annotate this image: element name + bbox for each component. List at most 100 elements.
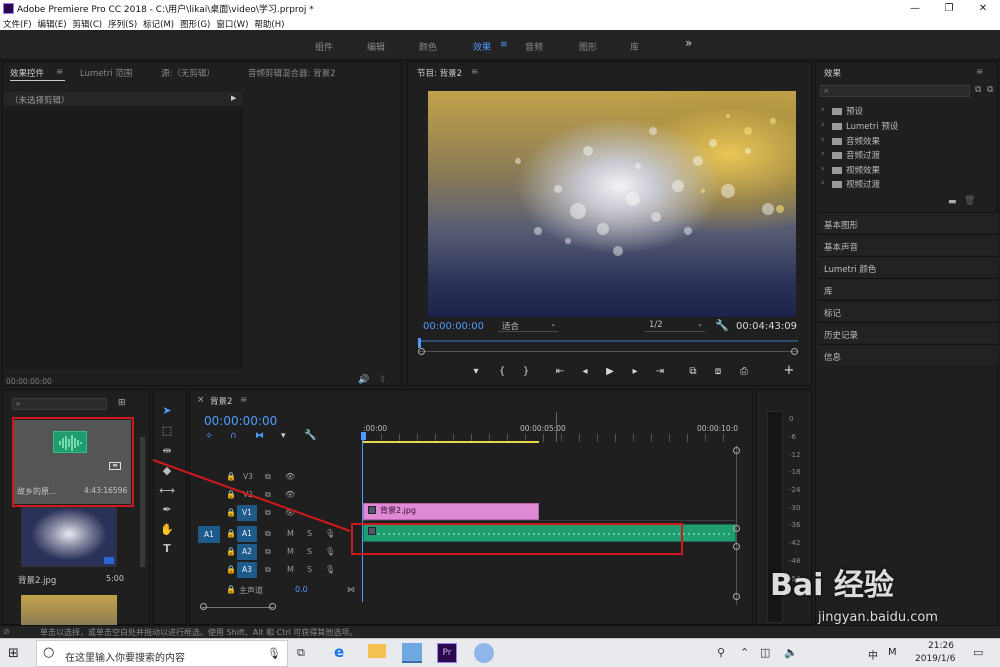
play-button[interactable]: ▶ [603, 366, 617, 377]
project-scrollbar[interactable] [140, 437, 145, 567]
section-history[interactable]: 历史记录 [818, 322, 998, 343]
export-frame-camera-icon[interactable]: ⎙ [737, 366, 751, 377]
go-to-out-button[interactable]: ⇥ [653, 366, 667, 377]
mark-in-button[interactable]: { [495, 366, 509, 377]
menu-marker[interactable]: 标记(M) [143, 18, 174, 30]
track-target-a2[interactable]: A2 [237, 544, 257, 560]
solo-button[interactable]: S [307, 547, 312, 556]
input-language[interactable]: 中 [868, 647, 878, 662]
add-marker-icon[interactable]: ▾ [281, 431, 286, 441]
menu-graphics[interactable]: 图形(G) [180, 18, 210, 30]
app-icon[interactable] [402, 643, 422, 663]
ime-mode[interactable]: M [888, 647, 897, 658]
workspace-menu-icon[interactable]: ≡ [500, 40, 508, 50]
go-to-end-icon[interactable]: ⋈ [347, 585, 355, 594]
solo-button[interactable]: S [307, 565, 312, 574]
microphone-icon[interactable]: 🎙 [267, 647, 281, 660]
timeline-close-button[interactable]: × [197, 395, 205, 405]
menu-edit[interactable]: 编辑(E) [38, 18, 67, 30]
section-libraries[interactable]: 库 [818, 278, 998, 299]
workspace-audio[interactable]: 音频 [525, 40, 543, 53]
snap-magnet-icon[interactable]: ∩ [230, 431, 237, 441]
lock-icon[interactable]: 🔒 [226, 585, 236, 594]
workspace-color[interactable]: 颜色 [419, 40, 437, 53]
video-clip[interactable]: 背景2.jpg [363, 503, 539, 520]
microphone-icon[interactable]: 🎙 [325, 547, 335, 556]
effects-item-audio-transitions[interactable]: › 音频过渡 [818, 149, 988, 162]
workspace-assembly[interactable]: 组件 [315, 40, 333, 53]
resolution-select[interactable]: 1/2 ⌄ [645, 320, 705, 332]
taskbar-time[interactable]: 21:26 [928, 641, 954, 651]
menu-clip[interactable]: 剪辑(C) [73, 18, 103, 30]
lock-icon[interactable]: 🔒 [226, 547, 236, 556]
32bit-effects-icon[interactable]: ⧉ [987, 85, 993, 95]
find-icon[interactable]: ⊞ [118, 398, 126, 408]
workspace-libraries[interactable]: 库 [630, 40, 639, 53]
menu-window[interactable]: 窗口(W) [216, 18, 248, 30]
play-audio-icon[interactable]: 🔊 [358, 375, 369, 385]
microphone-icon[interactable]: 🎙 [325, 565, 335, 574]
tab-effect-controls[interactable]: 效果控件 [10, 67, 44, 79]
network-icon[interactable]: ◫ [760, 646, 770, 659]
task-view-icon[interactable]: ⧉ [297, 646, 305, 660]
premiere-taskbar-icon[interactable]: Pr [437, 643, 457, 663]
mute-button[interactable]: M [287, 565, 294, 574]
notification-icon[interactable]: ▭ [973, 646, 983, 659]
project-item-thumbnail-partial[interactable] [21, 595, 117, 625]
go-to-in-button[interactable]: ⇤ [553, 366, 567, 377]
new-bin-folder-icon[interactable]: ▬ [948, 197, 957, 207]
effects-item-video-effects[interactable]: › 视频效果 [818, 164, 988, 177]
wrench-icon[interactable]: 🔧 [715, 319, 729, 332]
program-monitor-title[interactable]: 节目: 背景2 [417, 67, 462, 79]
lock-icon[interactable]: 🔒 [226, 565, 236, 574]
effects-item-video-transitions[interactable]: › 视频过渡 [818, 178, 988, 191]
workspace-editing[interactable]: 编辑 [367, 40, 385, 53]
timeline-timecode[interactable]: 00:00:00:00 [204, 414, 277, 428]
track-select-tool-icon[interactable]: ⬚ [159, 424, 175, 440]
file-explorer-icon[interactable] [368, 644, 386, 658]
tab-effect-controls-menu[interactable]: ≡ [56, 67, 63, 77]
program-playhead[interactable] [418, 338, 421, 348]
timeline-sequence-tab[interactable]: 背景2 [210, 395, 232, 407]
minimize-button[interactable]: — [898, 0, 932, 17]
restore-button[interactable]: ❐ [932, 0, 966, 17]
nest-icon[interactable]: ⟡ [206, 431, 212, 441]
paint-app-icon[interactable] [474, 643, 494, 663]
taskbar-search-box[interactable]: ○ 在这里输入你要搜索的内容 🎙 [36, 640, 288, 667]
sync-lock-icon[interactable]: ⧉ [265, 565, 271, 575]
timeline-menu-icon[interactable]: ≡ [240, 395, 247, 405]
windows-start-icon[interactable]: ⊞ [8, 646, 19, 661]
tab-audio-clip-mixer[interactable]: 音频剪辑混合器: 背景2 [248, 67, 335, 79]
workspace-overflow-button[interactable]: » [685, 36, 692, 50]
section-essential-graphics[interactable]: 基本图形 [818, 212, 998, 233]
timeline-horizontal-scrollbar[interactable] [200, 603, 276, 610]
tab-lumetri-scopes[interactable]: Lumetri 范围 [80, 67, 132, 79]
track-target-a3[interactable]: A3 [237, 562, 257, 578]
zoom-select[interactable]: 适合 ⌄ [498, 320, 558, 332]
section-markers[interactable]: 标记 [818, 300, 998, 321]
menu-help[interactable]: 帮助(H) [254, 18, 284, 30]
menu-file[interactable]: 文件(F) [3, 18, 32, 30]
effects-search-input[interactable]: ⌕ [820, 85, 970, 97]
timeline-vertical-scrollbar[interactable] [733, 445, 742, 605]
workspace-effects[interactable]: 效果 [473, 40, 491, 53]
type-tool-icon[interactable]: T [159, 542, 175, 558]
program-playhead-timecode[interactable]: 00:00:00:00 [423, 321, 484, 332]
close-button[interactable]: ✕ [966, 0, 1000, 17]
step-back-button[interactable]: ◂ [578, 366, 592, 377]
step-forward-button[interactable]: ▸ [628, 366, 642, 377]
accelerated-effects-icon[interactable]: ⧉ [975, 85, 981, 95]
people-icon[interactable]: ⚲ [717, 646, 725, 659]
edge-browser-icon[interactable]: e [334, 643, 344, 661]
button-editor-plus-icon[interactable]: + [782, 363, 796, 378]
program-scrollbar[interactable] [418, 348, 798, 357]
project-item-image-thumbnail[interactable] [21, 507, 117, 567]
program-monitor-menu-icon[interactable]: ≡ [471, 67, 478, 77]
project-search-input[interactable]: ⌕ [12, 398, 107, 410]
effects-item-lumetri-presets[interactable]: › Lumetri 预设 [818, 120, 988, 133]
volume-icon[interactable]: 🔈 [784, 646, 798, 659]
show-hidden-icons-chevron[interactable]: ⌃ [740, 646, 749, 659]
add-marker-button[interactable]: ▾ [469, 366, 483, 377]
export-icon[interactable]: ⇪ [379, 375, 387, 385]
section-info[interactable]: 信息 [818, 344, 998, 365]
